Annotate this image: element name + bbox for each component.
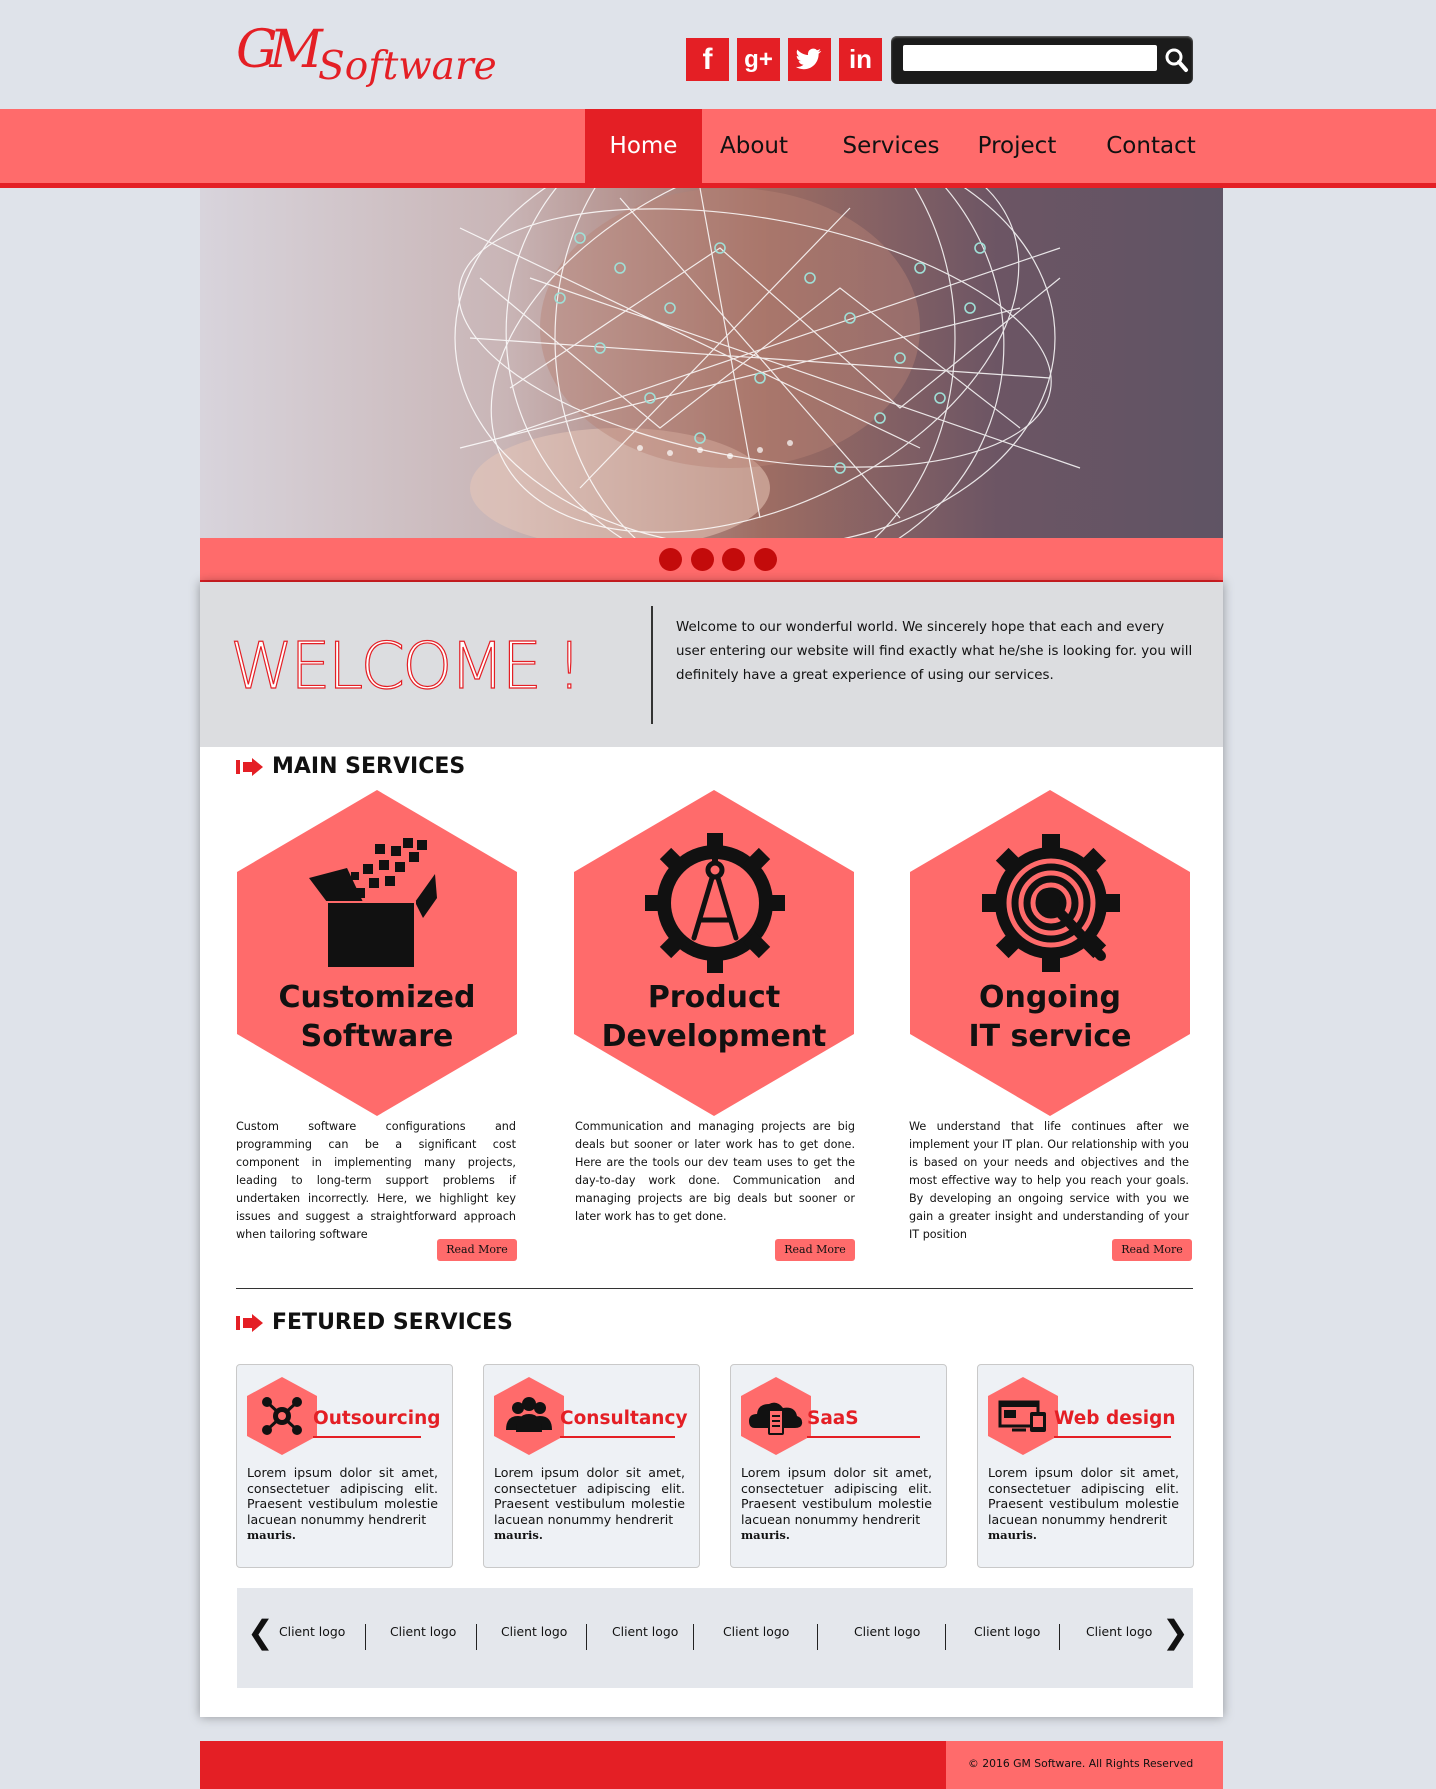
card-title-underline — [313, 1436, 421, 1438]
service-customized-software: Customized Software — [233, 788, 521, 1118]
client-divider — [365, 1624, 366, 1650]
search-icon[interactable] — [1163, 46, 1189, 74]
nav-home[interactable]: Home — [585, 109, 702, 183]
card-title[interactable]: Consultancy — [560, 1408, 688, 1429]
carousel-next-button[interactable]: ❯ — [1162, 1616, 1189, 1648]
facebook-icon[interactable]: f — [686, 38, 729, 81]
nav-project[interactable]: Project — [970, 109, 1064, 183]
network-globe-illustration — [454, 188, 1081, 538]
card-title-underline — [1054, 1436, 1171, 1438]
card-title[interactable]: SaaS — [807, 1408, 859, 1429]
client-divider — [693, 1624, 694, 1650]
twitter-bird-glyph — [795, 48, 822, 70]
outsourcing-network-icon — [247, 1377, 317, 1455]
service-description: We understand that life continues after … — [909, 1120, 1189, 1241]
twitter-icon[interactable] — [788, 38, 831, 81]
brand-logo[interactable]: GM Software — [236, 20, 497, 100]
client-logo-carousel: ❮ Client logo Client logo Client logo Cl… — [237, 1588, 1193, 1688]
welcome-section: WELCOME ! Welcome to our wonderful world… — [200, 582, 1223, 747]
service-description: Custom software configurations and progr… — [236, 1120, 516, 1241]
read-more-button[interactable]: Read More — [1112, 1239, 1192, 1261]
cloud-server-icon — [741, 1377, 811, 1455]
service-title: Product Development — [601, 980, 827, 1054]
featured-services-heading: FETURED SERVICES — [236, 1310, 513, 1335]
logo-wordmark: Software — [318, 44, 497, 89]
featured-card-web-design[interactable]: Web design Lorem ipsum dolor sit amet, c… — [977, 1364, 1194, 1568]
service-title: Ongoing IT service — [968, 980, 1132, 1054]
linkedin-icon[interactable]: in — [839, 38, 882, 81]
service-ongoing-it: Ongoing IT service — [906, 788, 1194, 1118]
card-text: Lorem ipsum dolor sit amet, consectetuer… — [988, 1465, 1179, 1542]
client-divider — [476, 1624, 477, 1650]
featured-card-saas[interactable]: SaaS Lorem ipsum dolor sit amet, consect… — [730, 1364, 947, 1568]
nav-about[interactable]: About — [706, 109, 802, 183]
client-logo-6[interactable]: Client logo — [854, 1624, 920, 1639]
client-logo-3[interactable]: Client logo — [501, 1624, 567, 1639]
welcome-text: Welcome to our wonderful world. We since… — [676, 620, 1193, 683]
client-logo-4[interactable]: Client logo — [612, 1624, 678, 1639]
slider-dot-1[interactable] — [659, 548, 682, 571]
carousel-prev-button[interactable]: ❮ — [247, 1616, 274, 1648]
consultancy-people-icon — [494, 1377, 564, 1455]
main-services-title: MAIN SERVICES — [272, 754, 466, 779]
slider-dot-4[interactable] — [754, 548, 777, 571]
slider-dots-bar — [200, 538, 1223, 582]
slider-dot-2[interactable] — [691, 548, 714, 571]
google-plus-icon[interactable]: g+ — [737, 38, 780, 81]
gear-wrench-icon — [982, 834, 1120, 972]
search-input[interactable] — [903, 45, 1157, 71]
featured-services-title: FETURED SERVICES — [272, 1310, 513, 1335]
main-nav: Home About Services Project Contact — [0, 109, 1436, 188]
card-title-underline — [807, 1436, 920, 1438]
slider-dot-3[interactable] — [722, 548, 745, 571]
client-logo-8[interactable]: Client logo — [1086, 1624, 1152, 1639]
client-divider — [945, 1624, 946, 1650]
gear-compass-icon — [645, 833, 785, 973]
section-arrow-icon — [236, 1314, 263, 1332]
search-bar — [891, 36, 1193, 84]
main-services-heading: MAIN SERVICES — [236, 754, 465, 779]
client-logo-7[interactable]: Client logo — [974, 1624, 1040, 1639]
software-box-icon — [309, 838, 437, 969]
logo-monogram: GM — [236, 20, 323, 80]
featured-card-consultancy[interactable]: Consultancy Lorem ipsum dolor sit amet, … — [483, 1364, 700, 1568]
service-description: Communication and managing projects are … — [575, 1120, 855, 1223]
client-logo-2[interactable]: Client logo — [390, 1624, 456, 1639]
card-title[interactable]: Outsourcing — [313, 1408, 440, 1429]
nav-contact[interactable]: Contact — [1098, 109, 1204, 183]
nav-services[interactable]: Services — [834, 109, 948, 183]
client-divider — [1059, 1624, 1060, 1650]
welcome-heading: WELCOME ! — [229, 629, 582, 704]
card-text: Lorem ipsum dolor sit amet, consectetuer… — [494, 1465, 685, 1542]
section-divider — [236, 1288, 1193, 1289]
card-text: Lorem ipsum dolor sit amet, consectetuer… — [247, 1465, 438, 1542]
section-arrow-icon — [236, 758, 263, 776]
client-divider — [817, 1624, 818, 1650]
client-divider — [586, 1624, 587, 1650]
read-more-button[interactable]: Read More — [775, 1239, 855, 1261]
card-title-underline — [560, 1436, 675, 1438]
content-panel: WELCOME ! Welcome to our wonderful world… — [200, 582, 1223, 1717]
service-product-development: Product Development — [570, 788, 858, 1118]
welcome-divider — [651, 606, 653, 724]
hero-slider-image — [200, 188, 1223, 538]
web-design-devices-icon — [988, 1377, 1058, 1455]
service-title: Customized Software — [278, 980, 476, 1054]
card-text: Lorem ipsum dolor sit amet, consectetuer… — [741, 1465, 932, 1542]
card-title[interactable]: Web design — [1054, 1408, 1176, 1429]
copyright-text: © 2016 GM Software. All Rights Reserved — [968, 1757, 1194, 1770]
client-logo-1[interactable]: Client logo — [279, 1624, 345, 1639]
featured-card-outsourcing[interactable]: Outsourcing Lorem ipsum dolor sit amet, … — [236, 1364, 453, 1568]
read-more-button[interactable]: Read More — [437, 1239, 517, 1261]
client-logo-5[interactable]: Client logo — [723, 1624, 789, 1639]
